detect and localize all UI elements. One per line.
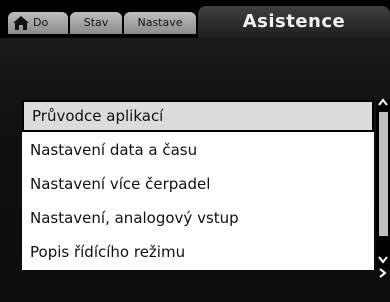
menu-item-label: Nastavení, analogový vstup — [30, 209, 239, 227]
tab-bar: Do Stav Nastave Asistence — [0, 0, 390, 38]
menu-item-date-time[interactable]: Nastavení data a času — [22, 134, 374, 166]
tab-stav-label: Stav — [83, 16, 109, 29]
menu-item-label: Průvodce aplikací — [32, 107, 164, 125]
tab-home-label: Do — [33, 16, 49, 29]
menu-item-label: Popis řídícího režimu — [30, 243, 186, 261]
screen: Do Stav Nastave Asistence Průvodce aplik… — [0, 0, 390, 302]
menu-item-application-guide[interactable]: Průvodce aplikací — [22, 100, 374, 132]
menu-item-label: Nastavení data a času — [30, 141, 198, 159]
scrollbar-thumb[interactable] — [379, 112, 388, 236]
chevron-down-icon[interactable] — [378, 254, 388, 266]
chevron-up-icon[interactable] — [378, 96, 388, 108]
menu-item-label: Nastavení více čerpadel — [30, 175, 211, 193]
menu-item-analog-input[interactable]: Nastavení, analogový vstup — [22, 202, 374, 234]
tab-home[interactable]: Do — [8, 12, 68, 34]
menu-item-control-mode[interactable]: Popis řídícího režimu — [22, 236, 374, 268]
tab-stav[interactable]: Stav — [70, 12, 122, 34]
chevron-right-icon[interactable] — [378, 268, 388, 280]
tab-asistence[interactable]: Asistence — [198, 6, 390, 38]
tab-nastave-label: Nastave — [137, 16, 183, 29]
tab-nastave[interactable]: Nastave — [124, 12, 196, 34]
menu-item-multi-pump[interactable]: Nastavení více čerpadel — [22, 168, 374, 200]
assist-menu-list: Průvodce aplikací Nastavení data a času … — [22, 100, 374, 270]
tab-asistence-label: Asistence — [242, 11, 346, 32]
home-icon — [12, 15, 30, 31]
